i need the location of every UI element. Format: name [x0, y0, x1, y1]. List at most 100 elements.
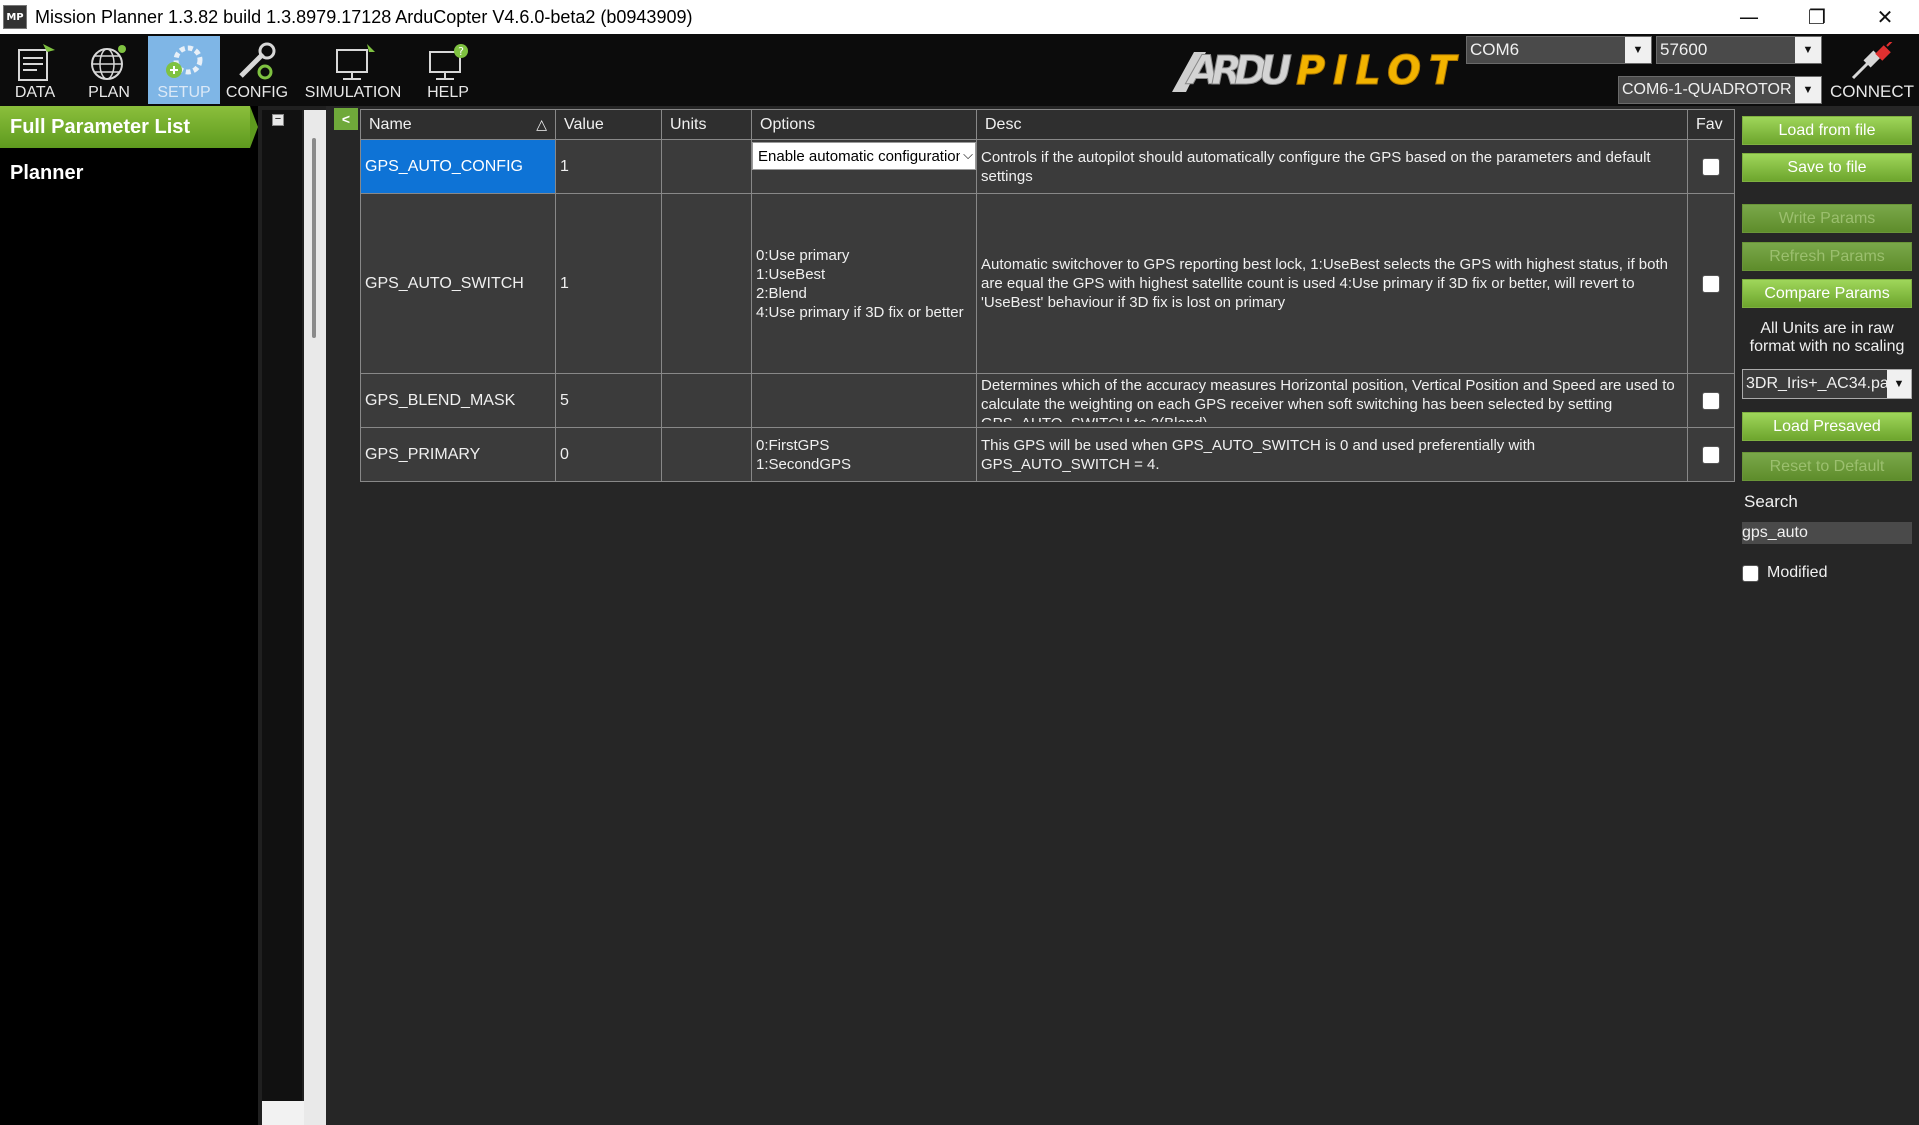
param-value-cell[interactable]: 0: [555, 427, 662, 482]
param-name-cell[interactable]: GPS_AUTO_CONFIG: [360, 139, 556, 194]
com-port-select[interactable]: COM6 ▼: [1466, 36, 1652, 64]
simulation-icon: [336, 44, 375, 80]
options-select-value: Enable automatic configuration: [758, 147, 964, 165]
toolbar-setup-button[interactable]: SETUP: [148, 36, 220, 104]
units-note: All Units are in raw format with no scal…: [1749, 320, 1905, 355]
param-options-cell: 0:Use primary 1:UseBest 2:Blend 4:Use pr…: [751, 193, 977, 374]
ardupilot-logo: ARDU PILOT: [1172, 48, 1459, 95]
fav-checkbox[interactable]: [1702, 445, 1720, 464]
param-fav-cell: [1687, 373, 1735, 428]
setup-sidebar: Full Parameter List Planner: [0, 106, 258, 1125]
mission-planner-app-icon: MP: [3, 5, 27, 29]
title-bar: MP Mission Planner 1.3.82 build 1.3.8979…: [0, 0, 1919, 34]
tree-vertical-scrollbar[interactable]: [304, 110, 326, 1125]
sidebar-item-full-parameter-list[interactable]: Full Parameter List: [0, 106, 258, 148]
parameter-grid: Name △ Value Units Options Desc Fav GPS_A…: [360, 109, 1735, 482]
table-row[interactable]: GPS_AUTO_CONFIG 1 Enable automatic confi…: [360, 139, 1735, 194]
chevron-down-icon: ▼: [1625, 37, 1651, 63]
column-header-value[interactable]: Value: [555, 109, 662, 140]
grid-header-row: Name △ Value Units Options Desc Fav: [360, 109, 1735, 140]
baud-rate-select[interactable]: 57600 ▼: [1656, 36, 1822, 64]
param-fav-cell: [1687, 427, 1735, 482]
vehicle-select[interactable]: COM6-1-QUADROTOR ▼: [1618, 76, 1822, 104]
restore-button[interactable]: ❐: [1783, 0, 1851, 34]
chevron-down-icon: ▼: [1795, 37, 1821, 63]
param-file-select[interactable]: 3DR_Iris+_AC34.param ▼: [1742, 369, 1912, 399]
param-value-cell[interactable]: 1: [555, 193, 662, 374]
chevron-down-icon: ⌵: [960, 147, 973, 163]
refresh-params-button[interactable]: Refresh Params: [1742, 242, 1912, 271]
modified-checkbox[interactable]: Modified: [1742, 564, 1827, 582]
column-header-name[interactable]: Name △: [360, 109, 556, 140]
parameter-tree-panel: −: [258, 106, 326, 1125]
toolbar-simulation-label: SIMULATION: [304, 84, 402, 101]
svg-text:PILOT: PILOT: [1296, 48, 1459, 94]
param-desc-cell: Determines which of the accuracy measure…: [976, 373, 1688, 428]
toolbar-setup-label: SETUP: [157, 84, 211, 101]
param-desc-cell: This GPS will be used when GPS_AUTO_SWIT…: [976, 427, 1688, 482]
load-presaved-button[interactable]: Load Presaved: [1742, 412, 1912, 441]
tree-horizontal-scrollbar[interactable]: [262, 1101, 304, 1125]
toolbar-data-button[interactable]: DATA: [4, 36, 66, 104]
connect-plug-icon: [1851, 42, 1893, 80]
param-units-cell: [661, 373, 752, 428]
main-toolbar: DATA PLAN SETUP CONFIG SIMULATION ? HELP…: [0, 34, 1919, 106]
table-row[interactable]: GPS_PRIMARY 0 0:FirstGPS 1:SecondGPS Thi…: [360, 427, 1735, 482]
globe-icon: [91, 45, 126, 80]
sidebar-item-planner[interactable]: Planner: [0, 152, 258, 194]
column-header-options[interactable]: Options: [751, 109, 977, 140]
column-header-units[interactable]: Units: [661, 109, 752, 140]
modified-checkbox-box[interactable]: [1742, 564, 1759, 582]
param-name-cell[interactable]: GPS_PRIMARY: [360, 427, 556, 482]
param-units-cell: [661, 427, 752, 482]
compare-params-button[interactable]: Compare Params: [1742, 279, 1912, 308]
toolbar-plan-label: PLAN: [88, 84, 130, 101]
toolbar-config-button[interactable]: CONFIG: [222, 36, 292, 104]
param-value-cell[interactable]: 1: [555, 139, 662, 194]
sidebar-item-label: Full Parameter List: [10, 115, 191, 138]
param-name-cell[interactable]: GPS_AUTO_SWITCH: [360, 193, 556, 374]
reset-to-default-button[interactable]: Reset to Default: [1742, 452, 1912, 481]
sidebar-item-label: Planner: [10, 161, 84, 184]
svg-text:?: ?: [458, 45, 464, 58]
param-options-cell: 0:FirstGPS 1:SecondGPS: [751, 427, 977, 482]
column-header-fav[interactable]: Fav: [1687, 109, 1735, 140]
collapse-tree-button[interactable]: <: [334, 108, 358, 130]
options-select[interactable]: Enable automatic configuration ⌵: [752, 142, 976, 170]
table-row[interactable]: GPS_BLEND_MASK 5 Determines which of the…: [360, 373, 1735, 428]
close-button[interactable]: ✕: [1851, 0, 1919, 34]
tree-collapse-icon[interactable]: −: [272, 114, 284, 126]
param-fav-cell: [1687, 193, 1735, 374]
com-port-value: COM6: [1470, 40, 1520, 59]
write-params-button[interactable]: Write Params: [1742, 204, 1912, 233]
toolbar-plan-button[interactable]: PLAN: [78, 36, 140, 104]
config-icon: [239, 42, 276, 80]
param-value-cell[interactable]: 5: [555, 373, 662, 428]
connect-button[interactable]: CONNECT: [1828, 36, 1916, 104]
param-fav-cell: [1687, 139, 1735, 194]
column-header-desc[interactable]: Desc: [976, 109, 1688, 140]
fav-checkbox[interactable]: [1702, 157, 1720, 176]
load-from-file-button[interactable]: Load from file: [1742, 116, 1912, 145]
toolbar-simulation-button[interactable]: SIMULATION: [300, 36, 406, 104]
data-icon: [18, 44, 55, 81]
table-row[interactable]: GPS_AUTO_SWITCH 1 0:Use primary 1:UseBes…: [360, 193, 1735, 374]
param-units-cell: [661, 193, 752, 374]
parameter-tree[interactable]: [262, 110, 302, 1105]
param-desc-cell: Automatic switchover to GPS reporting be…: [976, 193, 1688, 374]
toolbar-help-label: HELP: [427, 84, 469, 101]
fav-checkbox[interactable]: [1702, 391, 1720, 410]
save-to-file-button[interactable]: Save to file: [1742, 153, 1912, 182]
toolbar-help-button[interactable]: ? HELP: [414, 36, 482, 104]
search-input[interactable]: gps_auto: [1742, 522, 1912, 544]
param-desc-text: Determines which of the accuracy measure…: [981, 377, 1675, 422]
param-options-cell: [751, 373, 977, 428]
chevron-down-icon: ▼: [1887, 370, 1911, 398]
minimize-button[interactable]: —: [1715, 0, 1783, 34]
param-name-cell[interactable]: GPS_BLEND_MASK: [360, 373, 556, 428]
scrollbar-thumb[interactable]: [312, 138, 316, 338]
toolbar-config-label: CONFIG: [225, 84, 289, 101]
param-units-cell: [661, 139, 752, 194]
sort-ascending-icon: △: [536, 116, 547, 132]
fav-checkbox[interactable]: [1702, 274, 1720, 293]
